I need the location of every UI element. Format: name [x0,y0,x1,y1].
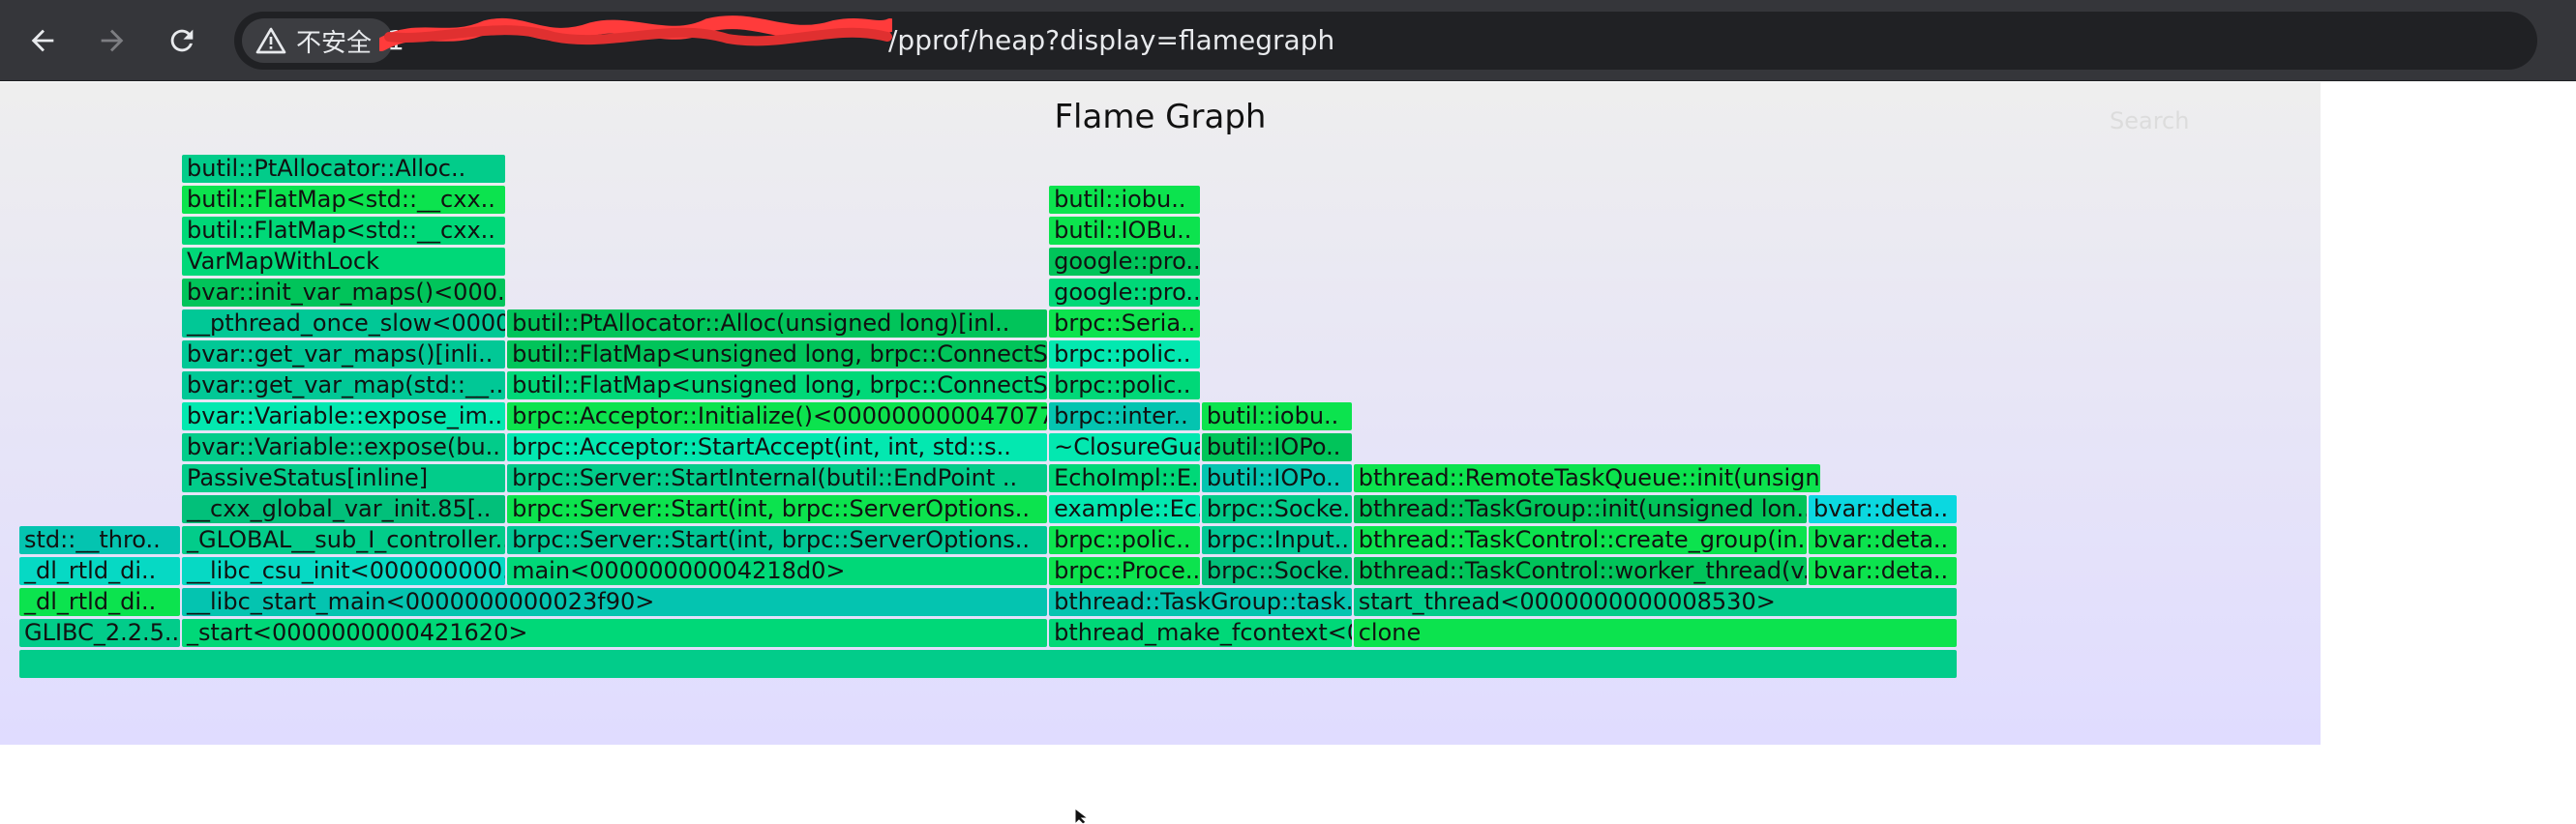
flame-frame[interactable]: butil::iobu.. [1201,402,1352,430]
flame-frame[interactable]: bthread::TaskGroup::init(unsigned lon.. [1353,495,1807,523]
flame-frame[interactable]: brpc::inter.. [1049,402,1200,430]
flame-frame[interactable]: butil::FlatMap<unsigned long, brpc::Conn… [507,371,1048,399]
flame-frame[interactable]: bthread::TaskControl::create_group(in.. [1353,526,1807,554]
flame-frame[interactable]: butil::IOPo.. [1201,464,1352,492]
flame-frame[interactable]: bvar::deta.. [1809,495,1957,523]
flame-frame[interactable]: butil::PtAllocator::Alloc.. [182,155,506,183]
flame-frame[interactable]: butil::PtAllocator::Alloc(unsigned long)… [507,309,1048,338]
flamegraph-frames: GLIBC_2.2.5.. _start<0000000000421620> bth… [0,82,2321,745]
flame-frame[interactable]: brpc::polic.. [1049,526,1200,554]
flame-frame[interactable]: bvar::Variable::expose_im.. [182,402,506,430]
flame-frame[interactable]: _start<0000000000421620> [182,619,1048,647]
flame-frame[interactable]: example::Ec.. [1049,495,1200,523]
flame-frame[interactable]: bvar::init_var_maps()<000.. [182,279,506,307]
flame-frame[interactable]: brpc::Acceptor::StartAccept(int, int, st… [507,433,1048,461]
reload-button[interactable] [157,15,207,66]
flame-frame[interactable]: _GLOBAL__sub_I_controller.. [182,526,506,554]
flame-frame[interactable]: _dl_rtld_di.. [19,588,181,616]
flame-frame[interactable]: butil::IOBu.. [1049,217,1200,245]
flame-frame[interactable]: brpc::polic.. [1049,340,1200,368]
flame-frame[interactable]: brpc::Proce.. [1049,557,1200,585]
flame-frame[interactable]: bvar::get_var_maps()[inli.. [182,340,506,368]
address-bar[interactable]: 不安全 1 /pprof/heap?display=flamegraph [234,12,2537,70]
flame-frame[interactable]: __libc_start_main<0000000000023f90> [182,588,1048,616]
flame-frame[interactable] [19,650,1957,678]
flame-frame[interactable]: __cxx_global_var_init.85[.. [182,495,506,523]
mouse-cursor-icon [1074,809,1090,824]
flame-frame[interactable]: butil::FlatMap<unsigned long, brpc::Conn… [507,340,1048,368]
flame-frame[interactable]: brpc::Input.. [1201,526,1352,554]
security-indicator[interactable]: 不安全 [242,18,394,63]
back-arrow-icon [31,29,54,52]
forward-arrow-icon [101,29,124,52]
flame-frame[interactable]: brpc::polic.. [1049,371,1200,399]
flame-frame[interactable]: start_thread<0000000000008530> [1353,588,1957,616]
flame-frame[interactable]: _dl_rtld_di.. [19,557,181,585]
flame-frame[interactable]: __libc_csu_init<000000000.. [182,557,506,585]
reload-icon [170,29,194,52]
flame-frame[interactable]: bvar::deta.. [1809,526,1957,554]
flame-frame[interactable]: VarMapWithLock [182,248,506,276]
flame-frame[interactable]: google::pro.. [1049,248,1200,276]
flame-frame[interactable]: bthread::TaskGroup::task.. [1049,588,1352,616]
redaction-scribble [379,15,892,51]
flame-frame[interactable]: PassiveStatus[inline] [182,464,506,492]
browser-toolbar: 不安全 1 /pprof/heap?display=flamegraph [0,0,2576,81]
flame-frame[interactable]: butil::FlatMap<std::__cxx.. [182,186,506,214]
flame-frame[interactable]: EchoImpl::E.. [1049,464,1200,492]
flame-frame[interactable]: butil::IOPo.. [1201,433,1352,461]
security-label: 不安全 [296,28,373,58]
flame-frame[interactable]: brpc::Socke.. [1201,557,1352,585]
flame-frame[interactable]: bvar::deta.. [1809,557,1957,585]
back-button[interactable] [17,15,68,66]
flame-frame[interactable]: butil::iobu.. [1049,186,1200,214]
flame-frame[interactable]: bthread_make_fcontext<00.. [1049,619,1352,647]
flame-frame[interactable]: main<00000000004218d0> [507,557,1048,585]
flame-frame[interactable]: brpc::Server::Start(int, brpc::ServerOpt… [507,495,1048,523]
flame-frame[interactable]: brpc::Acceptor::Initialize()<00000000004… [507,402,1048,430]
flame-frame[interactable]: brpc::Socke.. [1201,495,1352,523]
flame-frame[interactable]: bthread::RemoteTaskQueue::init(unsign.. [1353,464,1820,492]
flame-frame[interactable]: brpc::Server::Start(int, brpc::ServerOpt… [507,526,1048,554]
flame-frame[interactable]: brpc::Seria.. [1049,309,1200,338]
flame-frame[interactable]: std::__thro.. [19,526,181,554]
flame-frame[interactable]: GLIBC_2.2.5.. [19,619,181,647]
flame-frame[interactable]: brpc::Server::StartInternal(butil::EndPo… [507,464,1048,492]
flame-frame[interactable]: clone [1353,619,1957,647]
flamegraph-panel: Flame Graph Search GLIBC_2.2.5.. _start<0… [0,82,2321,745]
flame-frame[interactable]: __pthread_once_slow<00000.. [182,309,506,338]
warning-triangle-icon [255,27,286,54]
forward-button[interactable] [87,15,137,66]
flame-frame[interactable]: bthread::TaskControl::worker_thread(v.. [1353,557,1807,585]
url-path: /pprof/heap?display=flamegraph [888,24,1335,56]
flame-frame[interactable]: butil::FlatMap<std::__cxx.. [182,217,506,245]
flame-frame[interactable]: google::pro.. [1049,279,1200,307]
flame-frame[interactable]: bvar::Variable::expose(bu.. [182,433,506,461]
flame-frame[interactable]: bvar::get_var_map(std::__.. [182,371,506,399]
flame-frame[interactable]: ~ClosureGuard [1049,433,1200,461]
